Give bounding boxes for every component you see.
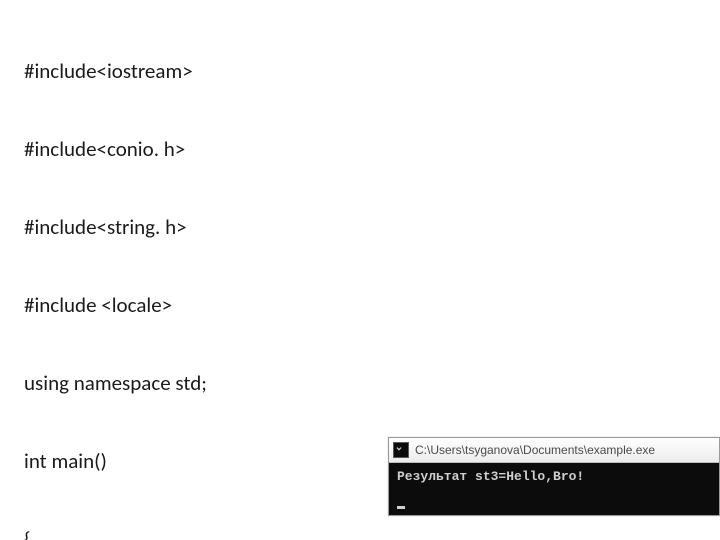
- code-line: using namespace std;: [24, 370, 357, 396]
- code-line: int main(): [24, 448, 357, 474]
- code-line: #include<iostream>: [24, 58, 357, 84]
- slide-page: #include<iostream> #include<conio. h> #i…: [0, 0, 720, 540]
- console-titlebar: C:\Users\tsyganova\Documents\example.exe: [389, 438, 719, 463]
- terminal-icon: [393, 442, 409, 458]
- code-line: #include<conio. h>: [24, 136, 357, 162]
- code-line: #include<string. h>: [24, 214, 357, 240]
- console-title: C:\Users\tsyganova\Documents\example.exe: [415, 443, 655, 457]
- source-code-block: #include<iostream> #include<conio. h> #i…: [24, 6, 357, 540]
- code-line: #include <locale>: [24, 292, 357, 318]
- console-output-line: Результат st3=Hello,Bro!: [397, 469, 711, 485]
- console-body: Результат st3=Hello,Bro!: [389, 463, 719, 515]
- console-cursor: [397, 506, 405, 509]
- console-window: C:\Users\tsyganova\Documents\example.exe…: [388, 437, 720, 516]
- code-line: {: [24, 526, 357, 540]
